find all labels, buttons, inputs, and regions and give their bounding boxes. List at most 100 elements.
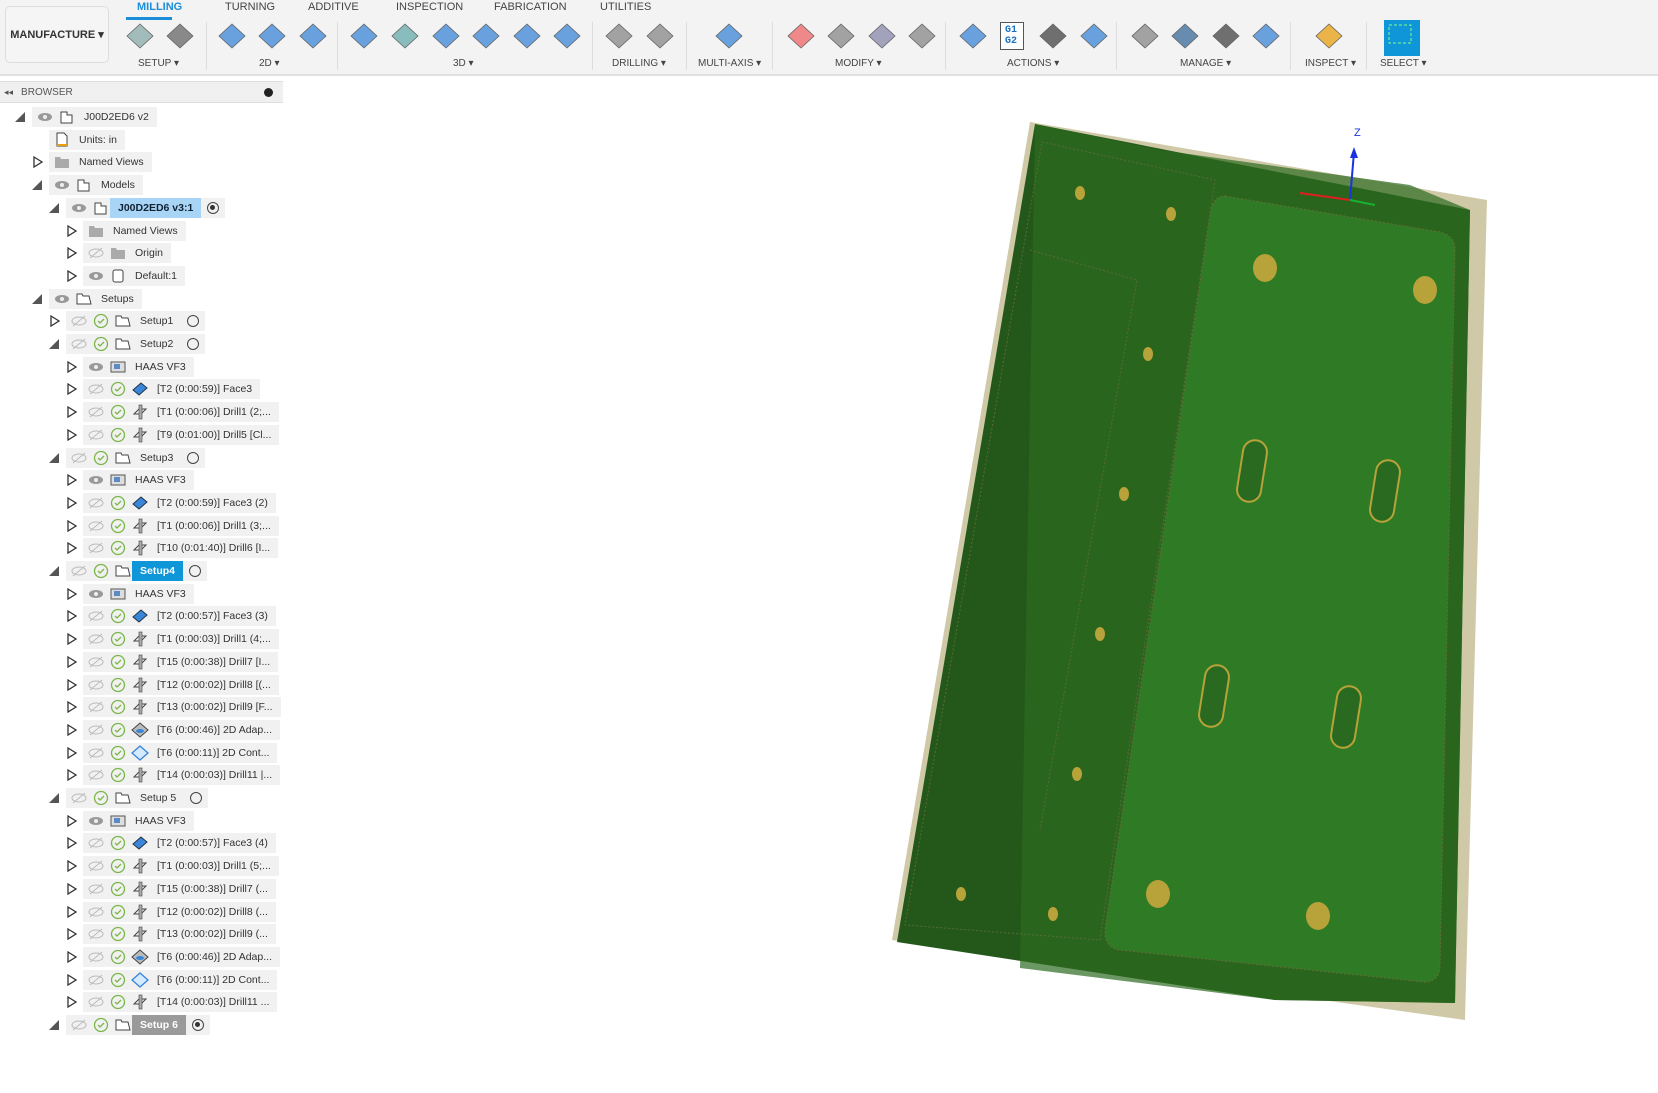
- tree-row[interactable]: [T15 (0:00:38)] Drill7 (...: [0, 878, 290, 899]
- collapsed-toggle-icon[interactable]: [66, 224, 78, 237]
- tree-row[interactable]: HAAS VF3: [0, 583, 290, 604]
- group-multi-axis[interactable]: MULTI-AXIS ▾: [698, 58, 761, 69]
- tree-row[interactable]: [T1 (0:00:03)] Drill1 (5;...: [0, 856, 290, 877]
- collapsed-toggle-icon[interactable]: [66, 519, 78, 532]
- tree-item[interactable]: [T13 (0:00:02)] Drill9 (...: [83, 924, 276, 945]
- expanded-toggle-icon[interactable]: [48, 565, 60, 577]
- tree-item[interactable]: [T13 (0:00:02)] Drill9 [F...: [83, 697, 281, 718]
- tree-item-label[interactable]: Units: in: [71, 130, 125, 150]
- tree-row[interactable]: [T13 (0:00:02)] Drill9 [F...: [0, 697, 290, 718]
- tree-item-label[interactable]: [T14 (0:00:03)] Drill11 ...: [149, 992, 277, 1012]
- tree-row[interactable]: [T1 (0:00:03)] Drill1 (4;...: [0, 629, 290, 650]
- tool-library-icon[interactable]: [1129, 20, 1161, 52]
- collapsed-toggle-icon[interactable]: [66, 633, 78, 646]
- hidden-eye-icon[interactable]: [83, 835, 105, 851]
- select-icon[interactable]: [1384, 20, 1420, 56]
- collapsed-toggle-icon[interactable]: [66, 406, 78, 419]
- collapsed-toggle-icon[interactable]: [49, 315, 61, 328]
- tree-item[interactable]: Setups: [49, 288, 142, 309]
- tab-fabrication[interactable]: FABRICATION: [494, 1, 567, 13]
- 2d-face-icon[interactable]: [216, 20, 248, 52]
- drill-icon[interactable]: [603, 20, 635, 52]
- collapsed-toggle-icon[interactable]: [66, 587, 78, 600]
- tree-row[interactable]: [T1 (0:00:06)] Drill1 (2;...: [0, 402, 290, 423]
- tree-item-label[interactable]: [T9 (0:01:00)] Drill5 [Cl...: [149, 425, 279, 445]
- tree-item-label[interactable]: HAAS VF3: [127, 811, 194, 831]
- tree-item[interactable]: Named Views: [83, 220, 186, 241]
- tree-item-label[interactable]: Setups: [93, 289, 142, 309]
- tab-turning[interactable]: TURNING: [225, 1, 275, 13]
- collapsed-toggle-icon[interactable]: [66, 882, 78, 895]
- tree-item[interactable]: HAAS VF3: [83, 583, 194, 604]
- collapsed-toggle-icon[interactable]: [66, 542, 78, 555]
- activate-radio[interactable]: [191, 1019, 204, 1031]
- collapsed-toggle-icon[interactable]: [66, 769, 78, 782]
- tree-item[interactable]: [T6 (0:00:11)] 2D Cont...: [83, 742, 278, 763]
- 3d-steep-icon[interactable]: [430, 20, 462, 52]
- hidden-eye-icon[interactable]: [83, 858, 105, 874]
- tree-row[interactable]: [T14 (0:00:03)] Drill11 ...: [0, 992, 290, 1013]
- tree-item[interactable]: [T2 (0:00:57)] Face3 (3): [83, 606, 276, 627]
- activate-radio[interactable]: [189, 565, 202, 577]
- tree-item[interactable]: Default:1: [83, 265, 186, 286]
- tree-item[interactable]: [T2 (0:00:57)] Face3 (4): [83, 833, 276, 854]
- tree-item[interactable]: [T6 (0:00:11)] 2D Cont...: [83, 969, 278, 990]
- tree-item[interactable]: [T14 (0:00:03)] Drill11 |...: [83, 765, 281, 786]
- tree-row[interactable]: Setup 5: [0, 788, 290, 808]
- tree-item-label[interactable]: [T1 (0:00:03)] Drill1 (5;...: [149, 856, 279, 876]
- modify-move-icon[interactable]: [825, 20, 857, 52]
- hidden-eye-icon[interactable]: [66, 336, 88, 352]
- activate-radio[interactable]: [190, 792, 203, 804]
- tree-item[interactable]: [T6 (0:00:46)] 2D Adap...: [83, 946, 280, 967]
- tree-item[interactable]: [T1 (0:00:03)] Drill1 (4;...: [83, 629, 279, 650]
- collapsed-toggle-icon[interactable]: [66, 360, 78, 373]
- tree-item-label[interactable]: [T6 (0:00:46)] 2D Adap...: [149, 720, 280, 740]
- tree-item-label[interactable]: [T1 (0:00:03)] Drill1 (4;...: [149, 629, 279, 649]
- collapsed-toggle-icon[interactable]: [66, 496, 78, 509]
- tree-item[interactable]: Named Views: [49, 152, 152, 173]
- tree-item-label[interactable]: Models: [93, 175, 143, 195]
- tree-item[interactable]: Setup3: [66, 447, 206, 468]
- collapsed-toggle-icon[interactable]: [66, 723, 78, 736]
- visibility-eye-icon[interactable]: [83, 586, 105, 602]
- collapsed-toggle-icon[interactable]: [66, 269, 78, 282]
- hidden-eye-icon[interactable]: [83, 699, 105, 715]
- tree-item[interactable]: [T15 (0:00:38)] Drill7 (...: [83, 878, 276, 899]
- machine-library-icon[interactable]: [1169, 20, 1201, 52]
- multi-axis-icon[interactable]: [713, 20, 745, 52]
- tree-item-label[interactable]: [T15 (0:00:38)] Drill7 [I...: [149, 652, 278, 672]
- tree-row[interactable]: [T2 (0:00:59)] Face3 (2): [0, 492, 290, 513]
- tree-row[interactable]: [T6 (0:00:46)] 2D Adap...: [0, 946, 290, 967]
- group-setup[interactable]: SETUP ▾: [138, 58, 179, 69]
- tree-item-label[interactable]: Default:1: [127, 266, 185, 286]
- tree-item-label[interactable]: Setup3: [132, 448, 181, 468]
- hidden-eye-icon[interactable]: [66, 450, 88, 466]
- hidden-eye-icon[interactable]: [66, 790, 88, 806]
- tree-item[interactable]: [T12 (0:00:02)] Drill8 (...: [83, 901, 276, 922]
- collapsed-toggle-icon[interactable]: [66, 837, 78, 850]
- tree-item-label[interactable]: [T12 (0:00:02)] Drill8 (...: [149, 902, 276, 922]
- expanded-toggle-icon[interactable]: [48, 792, 60, 804]
- tree-row[interactable]: [T2 (0:00:59)] Face3: [0, 379, 290, 400]
- visibility-eye-icon[interactable]: [83, 359, 105, 375]
- collapse-browser-icon[interactable]: ◂◂: [4, 87, 13, 98]
- hidden-eye-icon[interactable]: [83, 994, 105, 1010]
- hidden-eye-icon[interactable]: [83, 495, 105, 511]
- post-process-icon[interactable]: G1 G2: [997, 20, 1029, 52]
- tree-row[interactable]: [T12 (0:00:02)] Drill8 [(...: [0, 674, 290, 695]
- tree-item[interactable]: [T12 (0:00:02)] Drill8 [(...: [83, 674, 279, 695]
- tree-item-label[interactable]: [T6 (0:00:46)] 2D Adap...: [149, 947, 280, 967]
- collapsed-toggle-icon[interactable]: [66, 746, 78, 759]
- hidden-eye-icon[interactable]: [83, 972, 105, 988]
- tree-item-label[interactable]: [T15 (0:00:38)] Drill7 (...: [149, 879, 276, 899]
- collapsed-toggle-icon[interactable]: [66, 678, 78, 691]
- tree-item[interactable]: [T9 (0:01:00)] Drill5 [Cl...: [83, 424, 280, 445]
- tab-inspection[interactable]: INSPECTION: [396, 1, 463, 13]
- tree-item-label[interactable]: [T6 (0:00:11)] 2D Cont...: [149, 743, 277, 763]
- collapsed-toggle-icon[interactable]: [66, 814, 78, 827]
- group-actions[interactable]: ACTIONS ▾: [1007, 58, 1059, 69]
- generate-icon[interactable]: [1078, 20, 1110, 52]
- collapsed-toggle-icon[interactable]: [66, 247, 78, 260]
- tree-row[interactable]: [T14 (0:00:03)] Drill11 |...: [0, 765, 290, 786]
- tree-row[interactable]: J00D2ED6 v3:1: [0, 197, 290, 218]
